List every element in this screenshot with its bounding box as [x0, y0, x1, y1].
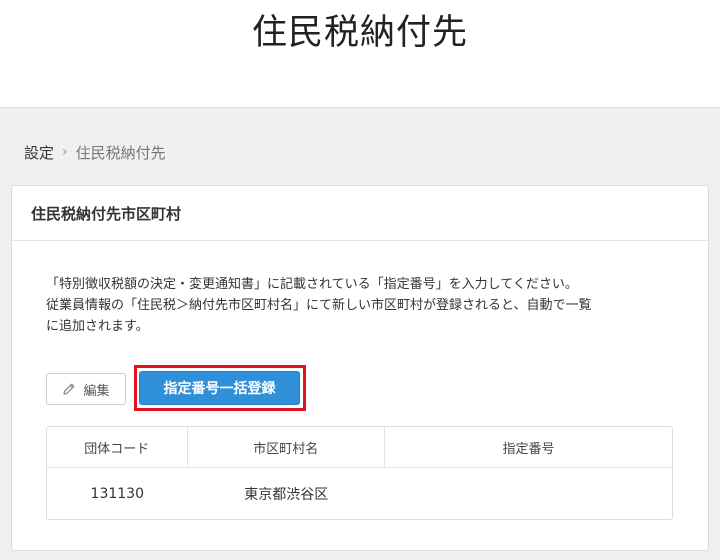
breadcrumb-separator-icon: › [62, 144, 68, 160]
description-line: 「特別徴収税額の決定・変更通知書」に記載されている「指定番号」を入力してください… [46, 277, 578, 292]
page-title: 住民税納付先 [251, 13, 468, 53]
breadcrumb-current: 住民税納付先 [75, 143, 166, 162]
description-line: に追加されます。 [46, 319, 149, 334]
page-header: 住民税納付先 [0, 0, 720, 108]
column-header-code: 団体コード [47, 427, 188, 467]
cell-designated-number[interactable] [385, 468, 672, 519]
cell-code: 131130 [90, 485, 144, 502]
pencil-icon [63, 383, 75, 395]
card-header: 住民税納付先市区町村 [12, 186, 708, 241]
table-row: 131130 東京都渋谷区 [47, 468, 672, 519]
breadcrumb: 設定 › 住民税納付先 [24, 141, 166, 163]
table-header-row: 団体コード 市区町村名 指定番号 [47, 427, 672, 468]
card-title: 住民税納付先市区町村 [31, 204, 182, 223]
municipality-table: 団体コード 市区町村名 指定番号 131130 東京都渋谷区 [46, 426, 673, 520]
edit-button[interactable]: 編集 [46, 373, 126, 405]
municipality-card: 住民税納付先市区町村 「特別徴収税額の決定・変更通知書」に記載されている「指定番… [11, 185, 709, 551]
description-line: 従業員情報の「住民税＞納付先市区町村名」にて新しい市区町村が登録されると、自動で… [46, 298, 592, 313]
breadcrumb-settings-link[interactable]: 設定 [24, 142, 54, 163]
column-header-designated-number: 指定番号 [502, 441, 555, 457]
edit-button-label: 編集 [83, 382, 110, 398]
column-header-municipality: 市区町村名 [188, 427, 385, 467]
cell-municipality: 東京都渋谷区 [244, 486, 329, 503]
description: 「特別徴収税額の決定・変更通知書」に記載されている「指定番号」を入力してください… [46, 274, 686, 337]
bulk-register-button[interactable]: 指定番号一括登録 [139, 371, 300, 405]
